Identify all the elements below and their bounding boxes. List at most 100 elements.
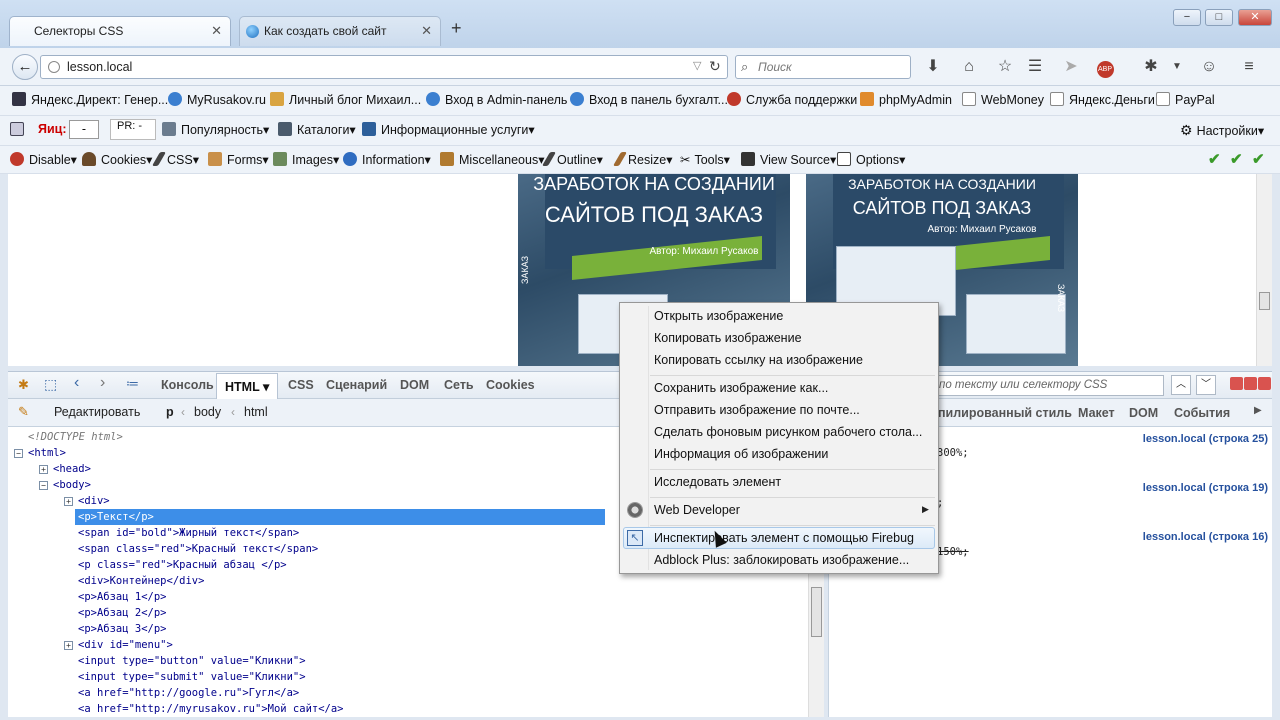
menu-item-web-developer[interactable]: Web Developer — [654, 503, 740, 517]
wd-view-source-menu[interactable]: View Source▾ — [741, 152, 836, 167]
bookmark-paypal[interactable]: PayPal — [1156, 92, 1215, 107]
wd-resize-menu[interactable]: Resize▾ — [612, 152, 672, 167]
html-node-line[interactable]: <p>Абзац 3</p> — [78, 621, 167, 637]
bookmark-yandex-direct[interactable]: Яндекс.Директ: Генер... — [12, 92, 168, 107]
scroll-thumb[interactable] — [811, 587, 822, 637]
minimize-button[interactable]: − — [1173, 9, 1201, 26]
html-node-line[interactable]: <a href="http://myrusakov.ru">Мой сайт</… — [78, 701, 344, 717]
menu-icon[interactable]: ≡ — [1238, 56, 1260, 78]
chat-icon[interactable]: ☺ — [1198, 56, 1220, 78]
html-node-line[interactable]: <p>Абзац 2</p> — [78, 605, 167, 621]
firebug-icon[interactable]: ✱ — [1140, 56, 1162, 78]
style-source-link[interactable]: lesson.local (строка 25) — [1143, 433, 1268, 445]
command-line-icon[interactable]: ≔ — [126, 376, 139, 392]
side-tab-events[interactable]: События — [1174, 406, 1230, 420]
menu-item-email-image[interactable]: Отправить изображение по почте... — [654, 403, 860, 417]
html-node-line[interactable]: <span id="bold">Жирный текст</span> — [78, 525, 299, 541]
bookmark-support[interactable]: Служба поддержки — [727, 92, 857, 107]
expand-icon[interactable]: + — [64, 641, 73, 650]
chevron-down-icon[interactable]: ▼ — [1166, 56, 1188, 78]
edit-button[interactable]: Редактировать — [54, 405, 140, 419]
wd-tools-menu[interactable]: ✂ Tools▾ — [680, 152, 730, 167]
menu-item-inspect-element[interactable]: Исследовать элемент — [654, 475, 781, 489]
back-arrow-icon[interactable]: ‹ — [74, 374, 79, 392]
close-window-button[interactable]: ✕ — [1238, 9, 1272, 26]
html-node-line[interactable]: <!DOCTYPE html> — [28, 429, 123, 445]
close-tab-icon[interactable]: ✕ — [421, 23, 432, 39]
back-button[interactable]: ← — [12, 54, 38, 80]
fb-tab-script[interactable]: Сценарий — [326, 378, 387, 392]
wd-forms-menu[interactable]: Forms▾ — [208, 152, 269, 167]
html-node-line[interactable]: <p>Абзац 1</p> — [78, 589, 167, 605]
html-node-line[interactable]: <div> — [78, 493, 110, 509]
minimize-firebug-icon[interactable] — [1230, 377, 1243, 390]
menu-item-save-image[interactable]: Сохранить изображение как... — [654, 381, 828, 395]
menu-item-adblock-block-image[interactable]: Adblock Plus: заблокировать изображение.… — [654, 553, 909, 567]
new-tab-button[interactable]: + — [451, 18, 462, 39]
firebug-search-input[interactable]: по тексту или селектору CSS — [934, 375, 1164, 396]
wd-options-menu[interactable]: Options▾ — [837, 152, 905, 167]
download-icon[interactable]: ⬇ — [922, 56, 944, 78]
breadcrumb-p[interactable]: p — [166, 405, 174, 419]
search-field[interactable]: ⌕ Поиск — [735, 55, 911, 79]
menu-item-inspect-firebug[interactable]: Инспектировать элемент с помощью Firebug — [654, 531, 914, 545]
bookmark-yandex-money[interactable]: Яндекс.Деньги — [1050, 92, 1155, 107]
menu-item-copy-image-link[interactable]: Копировать ссылку на изображение — [654, 353, 863, 367]
bookmark-accounting-panel[interactable]: Вход в панель бухгалт... — [570, 92, 728, 107]
wd-cookies-menu[interactable]: Cookies▾ — [82, 152, 152, 167]
breadcrumb-html[interactable]: html — [244, 405, 268, 419]
close-firebug-icon[interactable] — [1258, 377, 1271, 390]
wd-information-menu[interactable]: Information▾ — [343, 152, 431, 167]
bookmark-myrusakov[interactable]: MyRusakov.ru — [168, 92, 266, 107]
html-node-line[interactable]: <div>Контейнер</div> — [78, 573, 204, 589]
forward-arrow-icon[interactable]: › — [100, 374, 105, 392]
fb-tab-net[interactable]: Сеть — [444, 378, 474, 392]
dropdown-arrow-icon[interactable]: ▽ — [693, 59, 701, 72]
check-icon[interactable]: ✔ — [1230, 150, 1243, 168]
fb-tab-css[interactable]: CSS — [288, 378, 314, 392]
html-node-line[interactable]: <p>Текст</p> — [75, 509, 605, 525]
bookmark-star-icon[interactable]: ☆ — [994, 56, 1016, 78]
collapse-icon[interactable]: − — [39, 481, 48, 490]
style-source-link[interactable]: lesson.local (строка 16) — [1143, 531, 1268, 543]
fb-tab-dom[interactable]: DOM — [400, 378, 429, 392]
menu-item-open-image[interactable]: Открыть изображение — [654, 309, 783, 323]
html-node-line[interactable]: <span class="red">Красный текст</span> — [78, 541, 318, 557]
wd-images-menu[interactable]: Images▾ — [273, 152, 339, 167]
bookmark-phpmyadmin[interactable]: phpMyAdmin — [860, 92, 952, 107]
fb-tab-cookies[interactable]: Cookies — [486, 378, 535, 392]
wd-misc-menu[interactable]: Miscellaneous▾ — [440, 152, 544, 167]
wd-css-menu[interactable]: CSS▾ — [151, 152, 199, 167]
menu-item-copy-image[interactable]: Копировать изображение — [654, 331, 802, 345]
fb-tab-html[interactable]: HTML ▾ — [216, 373, 279, 399]
close-tab-icon[interactable]: ✕ — [211, 23, 222, 39]
search-prev-icon[interactable]: ︿ — [1171, 375, 1191, 395]
tab-create-site[interactable]: Как создать свой сайт ✕ — [239, 16, 441, 46]
side-tab-dom[interactable]: DOM — [1129, 406, 1158, 420]
detach-firebug-icon[interactable] — [1244, 377, 1257, 390]
menu-item-set-desktop-background[interactable]: Сделать фоновым рисунком рабочего стола.… — [654, 425, 922, 439]
search-next-icon[interactable]: ﹀ — [1196, 375, 1216, 395]
adblock-icon[interactable]: ABP — [1094, 56, 1116, 78]
html-node-line[interactable]: <body> — [53, 477, 91, 493]
maximize-button[interactable]: □ — [1205, 9, 1233, 26]
html-node-line[interactable]: <p class="red">Красный абзац </p> — [78, 557, 287, 573]
firebug-icon[interactable]: ✱ — [18, 377, 29, 393]
url-bar[interactable]: lesson.local ▽ ↻ — [40, 55, 728, 79]
expand-icon[interactable]: + — [64, 497, 73, 506]
style-source-link[interactable]: lesson.local (строка 19) — [1143, 482, 1268, 494]
html-node-line[interactable]: <input type="submit" value="Кликни"> — [78, 669, 306, 685]
settings-menu[interactable]: ⚙ Настройки▾ — [1180, 122, 1264, 139]
bookmark-admin-panel[interactable]: Вход в Admin-панель — [426, 92, 567, 107]
reload-icon[interactable]: ↻ — [709, 58, 721, 75]
side-tab-layout[interactable]: Макет — [1078, 406, 1115, 420]
page-scrollbar[interactable] — [1256, 174, 1272, 366]
catalogs-menu[interactable]: Каталоги▾ — [278, 122, 356, 137]
html-node-line[interactable]: <head> — [53, 461, 91, 477]
side-tab-computed[interactable]: пилированный стиль — [938, 406, 1072, 420]
chevron-right-icon[interactable]: ▶ — [1254, 405, 1262, 416]
breadcrumb-body[interactable]: body — [194, 405, 221, 419]
html-node-line[interactable]: <div id="menu"> — [78, 637, 173, 653]
toolbar-logo-icon[interactable] — [10, 122, 29, 137]
check-icon[interactable]: ✔ — [1208, 150, 1221, 168]
